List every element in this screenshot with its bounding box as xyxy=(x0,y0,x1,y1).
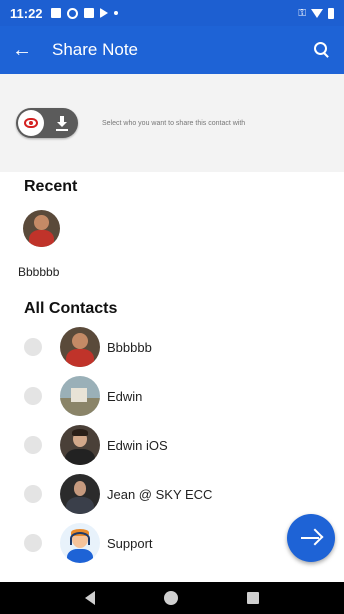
contact-name: Bbbbbb xyxy=(107,339,152,355)
contact-select-radio[interactable] xyxy=(24,338,42,356)
system-icons: ⚿ xyxy=(298,7,334,19)
recent-contact-avatar[interactable] xyxy=(23,210,60,247)
recent-section-title: Recent xyxy=(24,178,78,195)
sync-icon xyxy=(66,7,78,19)
eye-icon xyxy=(24,118,38,128)
status-bar: 11:22 ⚿ xyxy=(0,0,344,26)
avatar-head xyxy=(34,215,49,230)
contact-row[interactable]: Jean @ SKY ECC xyxy=(0,470,344,518)
notification-icons xyxy=(50,7,118,19)
contact-row[interactable]: Bbbbbb xyxy=(0,323,344,371)
battery-icon xyxy=(328,7,334,19)
vpn-key-icon: ⚿ xyxy=(298,7,306,19)
share-mode-row: Select who you want to share this contac… xyxy=(0,74,344,172)
contact-avatar xyxy=(60,425,100,465)
arrow-left-icon[interactable]: ← xyxy=(12,39,42,62)
search-icon[interactable] xyxy=(312,40,332,60)
share-hint-text: Select who you want to share this contac… xyxy=(102,119,246,127)
status-time: 11:22 xyxy=(10,5,43,21)
contact-avatar xyxy=(60,327,100,367)
recent-contact-name[interactable]: Bbbbbb xyxy=(18,265,59,279)
play-icon xyxy=(99,8,108,18)
download-icon-base xyxy=(56,129,68,131)
nav-home-icon[interactable] xyxy=(163,591,178,605)
contact-name: Support xyxy=(107,535,153,551)
contact-select-radio[interactable] xyxy=(24,387,42,405)
app-bar: ← Share Note xyxy=(0,26,344,74)
nav-back-icon[interactable] xyxy=(84,591,95,605)
system-nav-bar xyxy=(0,582,344,614)
contact-row[interactable]: Edwin xyxy=(0,372,344,420)
contact-avatar xyxy=(60,474,100,514)
nav-recents-icon[interactable] xyxy=(247,592,260,604)
contact-name: Jean @ SKY ECC xyxy=(107,486,213,502)
next-arrow-button[interactable] xyxy=(287,514,335,562)
wifi-icon xyxy=(311,8,323,18)
all-contacts-section-title: All Contacts xyxy=(24,300,118,317)
contact-select-radio[interactable] xyxy=(24,436,42,454)
contact-row[interactable]: Edwin iOS xyxy=(0,421,344,469)
image-icon xyxy=(83,8,94,18)
avatar-body xyxy=(28,230,55,247)
page-title: Share Note xyxy=(52,40,138,59)
dot-icon xyxy=(113,11,118,15)
toggle-knob xyxy=(18,110,44,136)
share-mode-toggle[interactable] xyxy=(16,108,78,138)
message-icon xyxy=(50,8,61,18)
contact-avatar xyxy=(60,523,100,563)
contact-name: Edwin xyxy=(107,388,143,404)
contact-select-radio[interactable] xyxy=(24,485,42,503)
contact-name: Edwin iOS xyxy=(107,437,168,453)
download-icon xyxy=(56,116,68,130)
contact-avatar xyxy=(60,376,100,416)
contact-select-radio[interactable] xyxy=(24,534,42,552)
